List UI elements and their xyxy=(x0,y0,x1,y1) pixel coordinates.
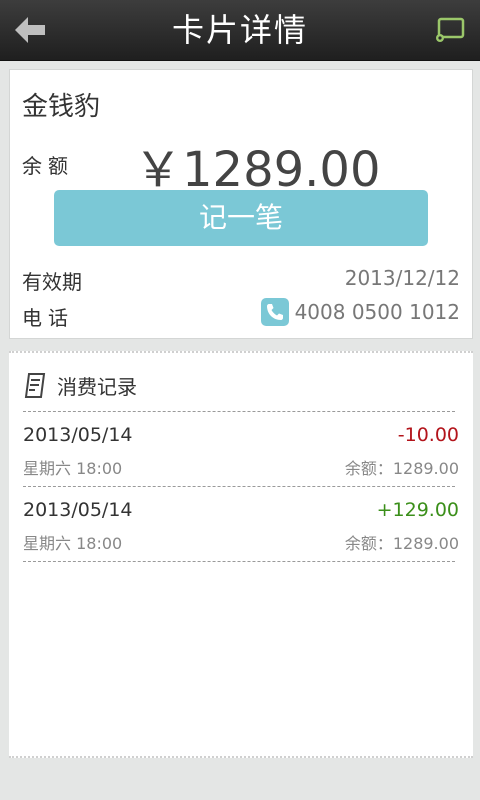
page-title: 卡片详情 xyxy=(171,11,308,49)
phone-label: 电话 xyxy=(22,306,74,330)
divider xyxy=(23,486,455,487)
record-balance: 余额：1289.00 xyxy=(344,459,459,478)
card-detail-panel: 金钱豹 余额 ￥1289.00 记一笔 有效期 2013/12/12 电话 40… xyxy=(9,69,473,339)
record-amount: -10.00 xyxy=(397,424,459,446)
cast-icon xyxy=(436,17,465,42)
phone-icon xyxy=(260,298,289,326)
balance-label: 余额 xyxy=(22,154,74,178)
record-amount: +129.00 xyxy=(376,499,459,521)
validity-value: 2013/12/12 xyxy=(344,266,460,290)
records-panel: 消费记录 2013/05/14 -10.00 星期六 18:00 余额：1289… xyxy=(9,351,473,758)
divider xyxy=(23,561,455,562)
record-weekday-time: 星期六 18:00 xyxy=(23,534,123,553)
receipt-icon xyxy=(24,372,46,398)
record-button[interactable]: 记一笔 xyxy=(54,190,428,246)
records-title: 消费记录 xyxy=(57,375,137,399)
phone-value: 4008 0500 1012 xyxy=(294,300,460,324)
phone-link[interactable]: 4008 0500 1012 xyxy=(260,298,460,326)
record-date: 2013/05/14 xyxy=(23,424,133,446)
validity-label: 有效期 xyxy=(22,270,82,294)
divider xyxy=(23,411,455,412)
cast-button[interactable] xyxy=(430,12,470,48)
card-name: 金钱豹 xyxy=(22,92,101,122)
records-header: 消费记录 xyxy=(23,371,137,400)
record-balance: 余额：1289.00 xyxy=(344,534,459,553)
record-weekday-time: 星期六 18:00 xyxy=(23,459,123,478)
title-bar: 卡片详情 xyxy=(0,0,480,61)
record-date: 2013/05/14 xyxy=(23,499,133,521)
